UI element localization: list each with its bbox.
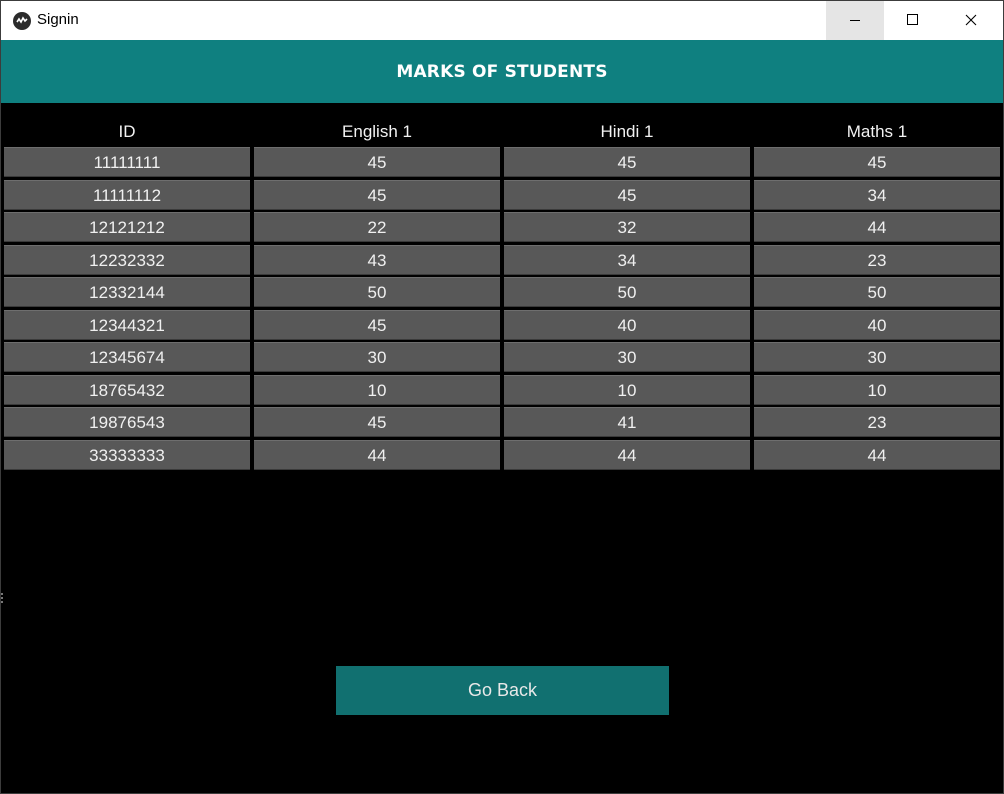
maximize-button[interactable] — [884, 1, 942, 40]
cell-id[interactable]: 12344321 — [4, 309, 250, 340]
cell-english[interactable]: 44 — [254, 439, 500, 470]
cell-english[interactable]: 43 — [254, 244, 500, 275]
resize-grip[interactable] — [1, 593, 3, 605]
title-bar[interactable]: Signin — [1, 1, 1003, 40]
cell-id[interactable]: 33333333 — [4, 439, 250, 470]
cell-english[interactable]: 45 — [254, 407, 500, 437]
minimize-icon — [849, 11, 861, 30]
header-bar: MARKS OF STUDENTS — [1, 40, 1003, 103]
cell-hindi[interactable]: 10 — [504, 374, 750, 405]
cell-english[interactable]: 45 — [254, 147, 500, 177]
go-back-button[interactable]: Go Back — [336, 666, 669, 715]
cell-id[interactable]: 12332144 — [4, 277, 250, 307]
cell-hindi[interactable]: 32 — [504, 212, 750, 242]
cell-hindi[interactable]: 40 — [504, 309, 750, 340]
cell-english[interactable]: 22 — [254, 212, 500, 242]
cell-english[interactable]: 50 — [254, 277, 500, 307]
cell-maths[interactable]: 44 — [754, 439, 1000, 470]
cell-hindi[interactable]: 34 — [504, 244, 750, 275]
cell-maths[interactable]: 30 — [754, 342, 1000, 372]
app-logo-icon — [13, 12, 31, 30]
cell-hindi[interactable]: 45 — [504, 179, 750, 210]
table-row: 12232332 43 34 23 — [3, 244, 1002, 278]
app-window: Signin MARKS OF STUDENTS ID English 1 Hi… — [0, 0, 1004, 794]
table-row: 18765432 10 10 10 — [3, 374, 1002, 408]
close-button[interactable] — [942, 1, 1000, 40]
column-header-maths: Maths 1 — [846, 122, 908, 141]
close-icon — [965, 11, 977, 30]
marks-table: ID English 1 Hindi 1 Maths 1 11111111 45… — [3, 116, 1002, 472]
table-header: ID English 1 Hindi 1 Maths 1 — [3, 116, 1002, 147]
cell-id[interactable]: 11111112 — [4, 179, 250, 210]
cell-maths[interactable]: 34 — [754, 179, 1000, 210]
cell-id[interactable]: 11111111 — [4, 147, 250, 177]
maximize-icon — [907, 11, 919, 30]
cell-english[interactable]: 45 — [254, 179, 500, 210]
cell-id[interactable]: 12121212 — [4, 212, 250, 242]
table-row: 12121212 22 32 44 — [3, 212, 1002, 245]
table-row: 12345674 30 30 30 — [3, 342, 1002, 375]
table-row: 33333333 44 44 44 — [3, 439, 1002, 473]
cell-hindi[interactable]: 44 — [504, 439, 750, 470]
column-header-hindi: Hindi 1 — [600, 122, 654, 141]
cell-maths[interactable]: 40 — [754, 309, 1000, 340]
cell-english[interactable]: 45 — [254, 309, 500, 340]
column-header-id: ID — [118, 122, 136, 141]
cell-id[interactable]: 12345674 — [4, 342, 250, 372]
cell-maths[interactable]: 23 — [754, 407, 1000, 437]
cell-english[interactable]: 30 — [254, 342, 500, 372]
cell-hindi[interactable]: 50 — [504, 277, 750, 307]
cell-maths[interactable]: 23 — [754, 244, 1000, 275]
table-row: 11111112 45 45 34 — [3, 179, 1002, 213]
table-row: 12344321 45 40 40 — [3, 309, 1002, 343]
cell-maths[interactable]: 45 — [754, 147, 1000, 177]
cell-english[interactable]: 10 — [254, 374, 500, 405]
column-header-english: English 1 — [342, 122, 412, 141]
cell-maths[interactable]: 10 — [754, 374, 1000, 405]
cell-id[interactable]: 19876543 — [4, 407, 250, 437]
cell-maths[interactable]: 44 — [754, 212, 1000, 242]
cell-id[interactable]: 18765432 — [4, 374, 250, 405]
page-title: MARKS OF STUDENTS — [396, 61, 608, 82]
table-row: 11111111 45 45 45 — [3, 147, 1002, 180]
cell-id[interactable]: 12232332 — [4, 244, 250, 275]
table-row: 12332144 50 50 50 — [3, 277, 1002, 310]
cell-hindi[interactable]: 45 — [504, 147, 750, 177]
cell-hindi[interactable]: 41 — [504, 407, 750, 437]
cell-maths[interactable]: 50 — [754, 277, 1000, 307]
window-title: Signin — [37, 11, 79, 28]
cell-hindi[interactable]: 30 — [504, 342, 750, 372]
table-row: 19876543 45 41 23 — [3, 407, 1002, 440]
minimize-button[interactable] — [826, 1, 884, 40]
